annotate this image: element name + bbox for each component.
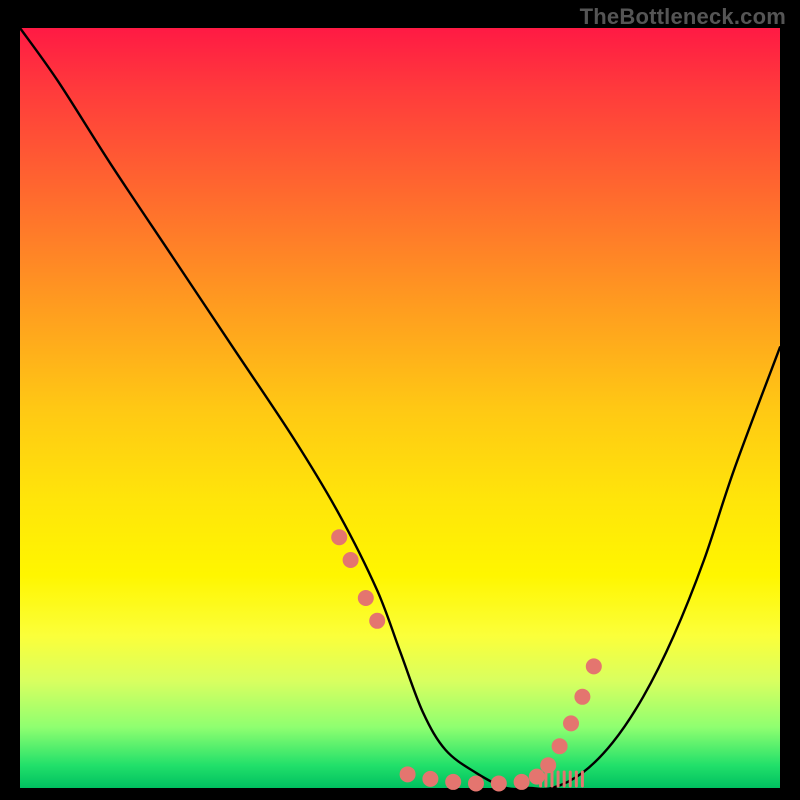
- highlight-dot: [529, 769, 545, 785]
- highlight-dot: [445, 774, 461, 790]
- highlight-dot: [540, 757, 556, 773]
- highlight-dot: [574, 689, 590, 705]
- bottleneck-curve: [20, 28, 780, 789]
- highlight-dot: [331, 529, 347, 545]
- curve-svg: [20, 28, 780, 788]
- watermark-text: TheBottleneck.com: [580, 4, 786, 30]
- highlight-dot: [358, 590, 374, 606]
- highlight-dot: [514, 774, 530, 790]
- highlight-dot: [343, 552, 359, 568]
- highlight-dot: [400, 766, 416, 782]
- plot-area: [20, 28, 780, 788]
- highlight-dot: [468, 775, 484, 791]
- chart-frame: TheBottleneck.com: [0, 0, 800, 800]
- highlight-dot: [552, 738, 568, 754]
- highlight-dot: [563, 715, 579, 731]
- highlight-dot: [586, 658, 602, 674]
- highlight-dot: [491, 775, 507, 791]
- highlight-dot: [369, 613, 385, 629]
- highlight-dot: [422, 771, 438, 787]
- highlight-dots: [331, 529, 602, 791]
